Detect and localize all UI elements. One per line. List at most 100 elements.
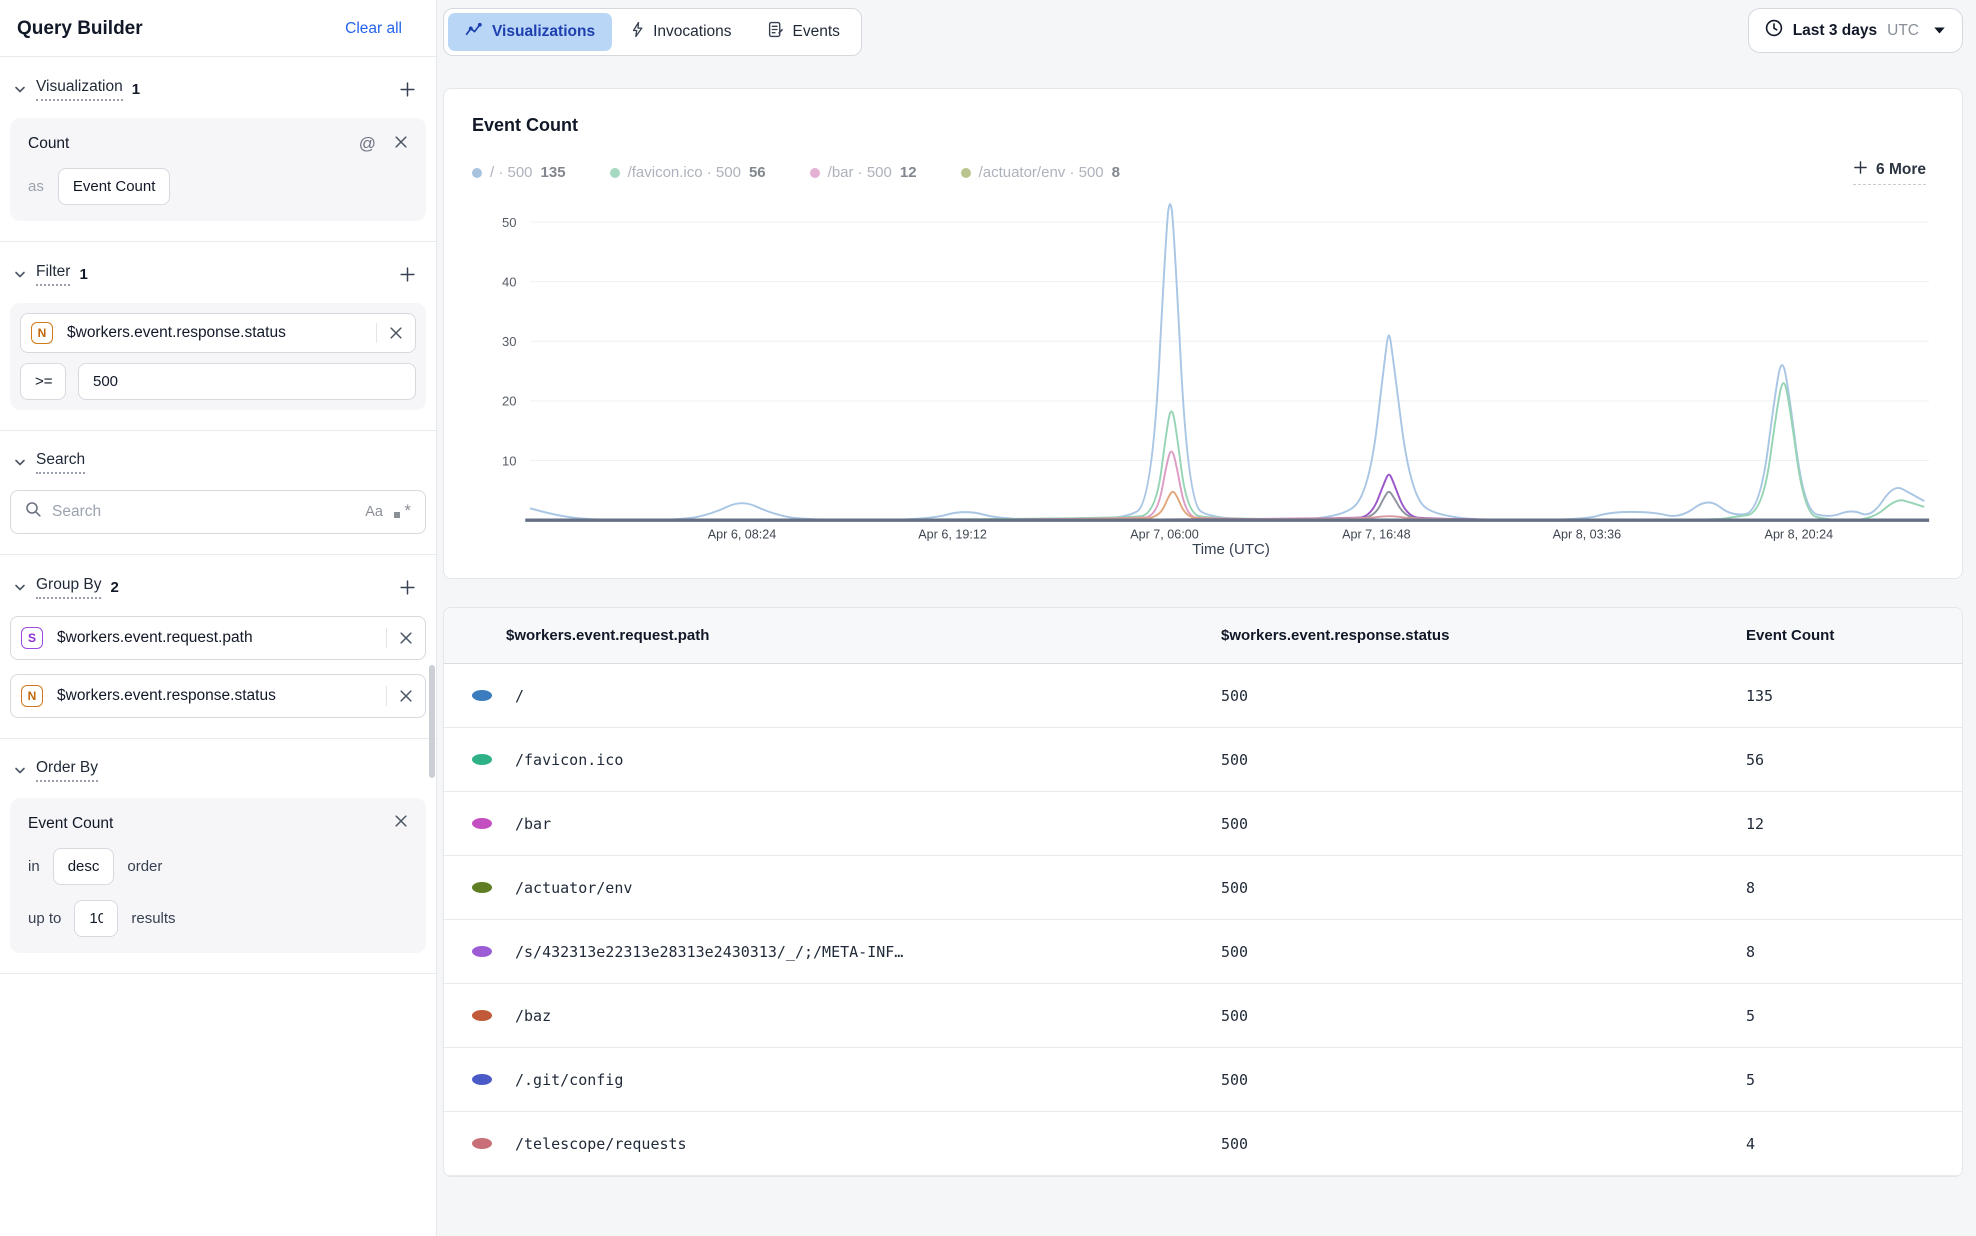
legend-count: 8: [1112, 164, 1120, 181]
match-case-icon[interactable]: Aa: [365, 504, 383, 520]
svg-text:50: 50: [502, 215, 517, 230]
results-label: results: [131, 910, 175, 927]
chevron-down-icon[interactable]: [14, 271, 26, 279]
clear-all-button[interactable]: Clear all: [345, 20, 402, 38]
group-by-field: N $workers.event.response.status: [10, 674, 426, 718]
column-header-count[interactable]: Event Count: [1746, 608, 1962, 663]
group-by-field-name[interactable]: $workers.event.response.status: [57, 687, 378, 705]
tab-visualizations[interactable]: Visualizations: [448, 13, 612, 51]
series-color-dot: [472, 882, 492, 893]
chart-svg[interactable]: 1020304050Apr 6, 08:24Apr 6, 19:12Apr 7,…: [472, 191, 1934, 541]
section-search: Search Aa *: [0, 431, 436, 555]
alias-field[interactable]: Event Count: [58, 168, 171, 205]
order-by-field[interactable]: Event Count: [28, 815, 113, 833]
svg-text:Apr 7, 16:48: Apr 7, 16:48: [1342, 528, 1411, 542]
string-type-icon: S: [21, 627, 43, 649]
numeric-type-icon: N: [21, 685, 43, 707]
order-by-section-label[interactable]: Order By: [36, 759, 98, 782]
cell-status: 500: [1221, 815, 1746, 833]
series-color-dot: [472, 946, 492, 957]
filter-field-name[interactable]: $workers.event.response.status: [67, 324, 368, 342]
legend-item[interactable]: / · 500 135: [472, 164, 566, 181]
search-section-label[interactable]: Search: [36, 451, 85, 474]
cell-path: /.git/config: [515, 1071, 643, 1089]
group-by-field: S $workers.event.request.path: [10, 616, 426, 660]
results-table-panel: $workers.event.request.path $workers.eve…: [443, 607, 1963, 1177]
remove-group-by-icon[interactable]: [386, 686, 415, 706]
legend-label: /favicon.ico · 500: [628, 164, 741, 181]
group-by-count: 2: [110, 579, 118, 596]
search-input[interactable]: [52, 503, 355, 521]
legend-dot: [810, 168, 820, 178]
series-color-dot: [472, 1010, 492, 1021]
series-color-dot: [472, 754, 492, 765]
remove-group-by-icon[interactable]: [386, 628, 415, 648]
remove-order-by-icon[interactable]: [394, 814, 408, 833]
group-by-section-label[interactable]: Group By: [36, 576, 101, 599]
filter-operator-select[interactable]: >=: [20, 363, 66, 400]
time-range-selector[interactable]: Last 3 days UTC: [1748, 8, 1963, 53]
visualization-section-label[interactable]: Visualization: [36, 78, 123, 101]
legend-items: / · 500 135 /favicon.ico · 500 56 /bar ·…: [472, 164, 1120, 181]
column-header-status[interactable]: $workers.event.response.status: [1221, 608, 1746, 663]
chart-title: Event Count: [472, 115, 1934, 136]
remove-filter-icon[interactable]: [376, 323, 405, 343]
legend-item[interactable]: /bar · 500 12: [810, 164, 917, 181]
table-row[interactable]: /favicon.ico 500 56: [444, 728, 1962, 792]
at-icon[interactable]: @: [359, 134, 376, 154]
add-visualization-button[interactable]: [395, 77, 420, 102]
cell-status: 500: [1221, 879, 1746, 897]
visualization-card: Count @ as Event Count: [10, 118, 426, 221]
more-series-button[interactable]: 6 More: [1853, 160, 1926, 185]
tab-label: Events: [793, 23, 840, 41]
lightning-icon: [631, 21, 644, 43]
as-label: as: [28, 178, 44, 195]
add-group-by-button[interactable]: [395, 575, 420, 600]
legend-label: /bar · 500: [828, 164, 892, 181]
chevron-down-icon[interactable]: [14, 767, 26, 775]
series-color-dot: [472, 818, 492, 829]
filter-count: 1: [79, 266, 87, 283]
limit-input[interactable]: [74, 900, 118, 937]
chevron-down-icon[interactable]: [14, 86, 26, 94]
legend-item[interactable]: /actuator/env · 500 8: [961, 164, 1120, 181]
sidebar-scrollbar[interactable]: [429, 665, 435, 778]
tab-invocations[interactable]: Invocations: [614, 13, 748, 51]
table-row[interactable]: /baz 500 5: [444, 984, 1962, 1048]
in-label: in: [28, 858, 40, 875]
tab-label: Invocations: [653, 23, 731, 41]
sidebar-title: Query Builder: [17, 18, 143, 40]
time-zone-label: UTC: [1887, 22, 1919, 40]
add-filter-button[interactable]: [395, 262, 420, 287]
cell-path: /actuator/env: [515, 879, 652, 897]
regex-icon[interactable]: *: [393, 504, 411, 520]
table-row[interactable]: /s/432313e22313e28313e2430313/_/;/META-I…: [444, 920, 1962, 984]
filter-value-input[interactable]: [78, 363, 416, 400]
filter-section-label[interactable]: Filter: [36, 263, 70, 286]
metric-name[interactable]: Count: [28, 135, 69, 153]
clock-icon: [1765, 19, 1783, 42]
cell-count: 8: [1746, 879, 1962, 897]
table-row[interactable]: /actuator/env 500 8: [444, 856, 1962, 920]
tab-events[interactable]: Events: [751, 13, 857, 51]
remove-visualization-icon[interactable]: [394, 135, 408, 154]
chevron-down-icon[interactable]: [14, 459, 26, 467]
svg-text:Apr 7, 06:00: Apr 7, 06:00: [1130, 528, 1199, 542]
search-box: Aa *: [10, 490, 426, 534]
table-row[interactable]: /telescope/requests 500 4: [444, 1112, 1962, 1176]
table-row[interactable]: /bar 500 12: [444, 792, 1962, 856]
group-by-field-name[interactable]: $workers.event.request.path: [57, 629, 378, 647]
more-series-label: 6 More: [1876, 161, 1926, 179]
column-header-path[interactable]: $workers.event.request.path: [444, 608, 1221, 663]
table-row[interactable]: /.git/config 500 5: [444, 1048, 1962, 1112]
cell-status: 500: [1221, 943, 1746, 961]
direction-select[interactable]: desc: [53, 848, 115, 885]
cell-count: 135: [1746, 687, 1962, 705]
cell-path: /telescope/requests: [515, 1135, 707, 1153]
table-row[interactable]: / 500 135: [444, 664, 1962, 728]
table-header: $workers.event.request.path $workers.eve…: [444, 608, 1962, 664]
cell-status: 500: [1221, 751, 1746, 769]
cell-count: 4: [1746, 1135, 1962, 1153]
legend-item[interactable]: /favicon.ico · 500 56: [610, 164, 766, 181]
chevron-down-icon[interactable]: [14, 584, 26, 592]
